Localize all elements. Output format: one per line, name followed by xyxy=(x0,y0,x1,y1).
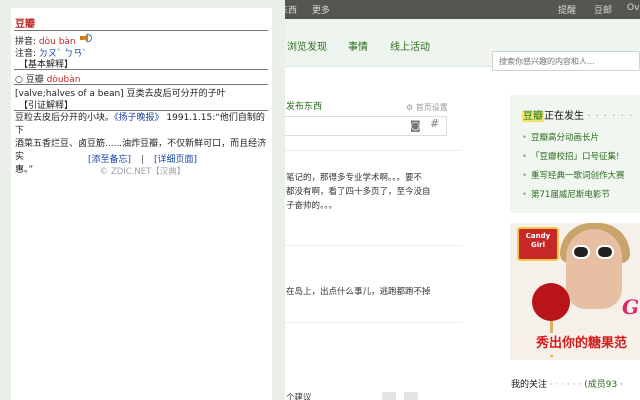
feed-divider xyxy=(272,322,462,323)
dict-cite-line: 豆粒去皮后分开的小块。《扬子晚报》 1991.1.15:“他们自制的下 xyxy=(15,112,270,138)
dict-cite-source: 《扬子晚报》 xyxy=(114,113,164,123)
happening-item-label: 豆瓣高分动画长片 xyxy=(531,133,600,143)
post-label[interactable]: 发布东西 xyxy=(286,101,322,114)
happening-item[interactable]: • 「豆瓣校招」口号征集! xyxy=(522,150,619,162)
dict-divider xyxy=(14,69,268,70)
feed-button-partial[interactable] xyxy=(382,392,396,400)
ad-face-shape xyxy=(566,229,622,309)
ad-logo-line: Candy xyxy=(525,232,551,240)
nav-item-events[interactable]: 事情 xyxy=(348,38,368,53)
bullet-icon: • xyxy=(522,152,528,162)
dict-divider xyxy=(14,110,268,111)
happening-title-text: 正在发生 xyxy=(544,111,584,122)
happening-item-label: 「豆瓣校招」口号征集! xyxy=(531,152,620,162)
feed-divider xyxy=(272,150,462,151)
candy-girl-ad-banner[interactable]: Candy Girl G 秀出你的糖果范 xyxy=(510,223,640,360)
detail-page-link[interactable]: [详细页面] xyxy=(154,155,197,165)
ad-logo-line: Girl xyxy=(531,241,545,249)
my-following-header: 我的关注 · · · · · · (成员93 · xyxy=(511,377,623,390)
dict-basic-def-cn: 豆类去皮后可分开的子叶 xyxy=(126,89,226,99)
feed-text-line: 笔记的，那得多专业学术啊。。。要不 xyxy=(286,173,423,183)
happening-item-label: 第71届威尼斯电影节 xyxy=(531,190,610,200)
nav-item-online-activities[interactable]: 线上活动 xyxy=(390,38,430,53)
happening-item[interactable]: • 第71届威尼斯电影节 xyxy=(522,188,610,200)
topbar-reminder-link[interactable]: 提醒 xyxy=(558,3,576,16)
home-settings-link[interactable]: ⚙ 首页设置 xyxy=(406,101,448,114)
feed-divider xyxy=(272,245,462,246)
happening-item-label: 重写经典一歌词创作大赛 xyxy=(531,171,625,181)
dictionary-popup: 豆瓣 拼音: dòu bàn 注音: ㄉㄡˋ ㄅㄢˋ 【基本解释】 ○ 豆瓣 d… xyxy=(0,0,285,400)
topbar-account-link[interactable]: Ov xyxy=(627,3,639,13)
dict-cite-text: 豆粒去皮后分开的小块。 xyxy=(15,113,115,123)
dict-headword: 豆瓣 xyxy=(15,19,35,30)
bullet-icon: • xyxy=(522,133,528,143)
ad-slogan: 秀出你的糖果范 xyxy=(510,333,640,355)
ad-candy-apple xyxy=(532,283,570,321)
topbar-more-link[interactable]: 更多 xyxy=(312,3,330,16)
dict-divider xyxy=(14,30,268,31)
happening-brand: 豆瓣 xyxy=(522,111,544,122)
camera-icon[interactable]: ◙ xyxy=(410,119,421,132)
dict-copyright: © ZDIC.NET【汉典】 xyxy=(99,167,186,177)
my-following-count[interactable]: (成员93 · xyxy=(584,380,623,390)
home-settings-label: 首页设置 xyxy=(415,103,448,112)
hashtag-icon[interactable]: # xyxy=(430,117,439,130)
feed-text-line: 在岛上，出点什么事儿，逃跑都跑不掉 xyxy=(286,287,431,297)
ad-logo-box: Candy Girl xyxy=(517,227,559,261)
nav-item-explore[interactable]: 浏览发现 xyxy=(287,38,327,53)
my-following-title: 我的关注 xyxy=(511,380,548,390)
happening-item[interactable]: • 重写经典一歌词创作大赛 xyxy=(522,169,625,181)
topbar-mail-link[interactable]: 豆邮 xyxy=(594,3,612,16)
ad-sunglasses-left xyxy=(572,245,590,259)
feed-button-partial[interactable] xyxy=(404,392,418,400)
bullet-icon: • xyxy=(522,190,528,200)
my-following-dots: · · · · · · xyxy=(549,380,582,390)
feed-text-line: 都没有啊，看了四十多页了，至今没自 xyxy=(286,187,431,197)
bullet-icon: • xyxy=(522,171,528,181)
post-input[interactable] xyxy=(272,116,447,136)
add-to-memo-link[interactable]: [添至备忘] xyxy=(88,155,131,165)
ad-sunglasses-right xyxy=(596,245,614,259)
speaker-icon[interactable] xyxy=(80,33,92,43)
suggest-link-partial[interactable]: 个建议 xyxy=(286,392,312,400)
dict-divider xyxy=(14,84,268,85)
happening-dots: · · · · · · xyxy=(587,111,634,122)
dict-links: [添至备忘] | [详细页面] xyxy=(0,152,285,165)
ad-glyph: G xyxy=(622,295,640,319)
feed-text-line: 子奋帅的。。。 xyxy=(286,201,338,211)
happening-title: 豆瓣正在发生 · · · · · · xyxy=(522,107,633,122)
link-separator: | xyxy=(140,155,145,165)
happening-item[interactable]: • 豆瓣高分动画长片 xyxy=(522,131,599,143)
